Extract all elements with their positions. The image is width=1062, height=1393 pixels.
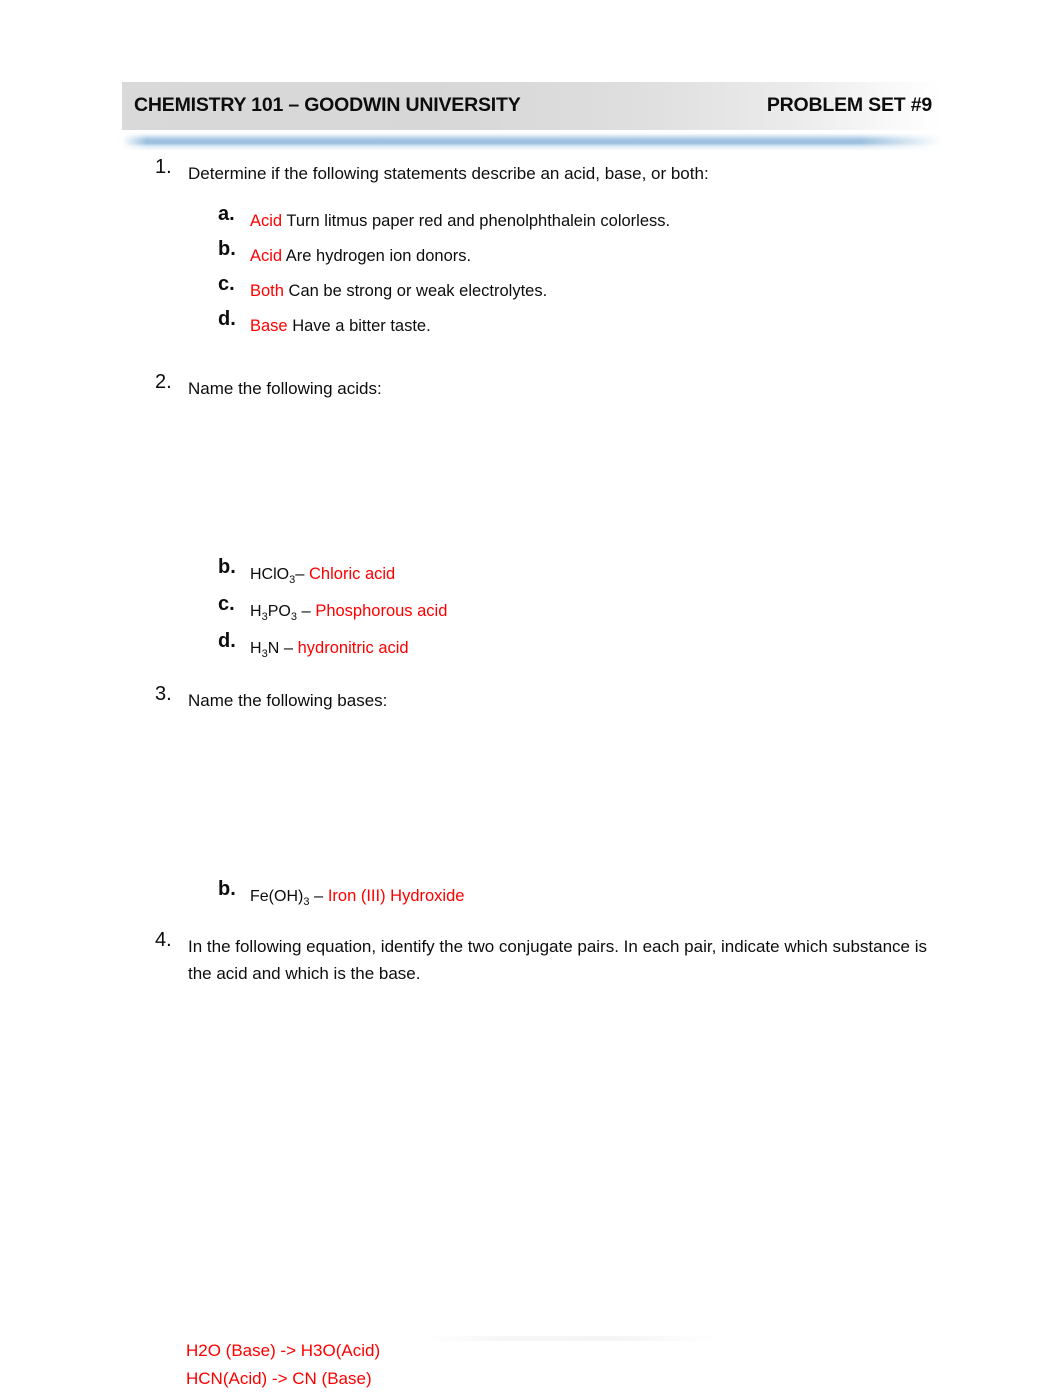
item-statement: Are hydrogen ion donors. — [285, 247, 472, 265]
item-letter: b. — [218, 878, 236, 900]
formula-dash: – — [283, 639, 294, 657]
question-2-number: 2. — [155, 371, 172, 393]
formula-dash: – — [301, 602, 311, 620]
question-2: 2. Name the following acids: — [0, 371, 1062, 402]
item-answer: Phosphorous acid — [315, 602, 448, 620]
chemical-formula: Fe(OH)3 — [250, 888, 310, 908]
item-statement: Turn litmus paper red and phenolphthalei… — [286, 212, 671, 230]
question-1-prompt: Determine if the following statements de… — [188, 164, 709, 183]
item-statement: Have a bitter taste. — [292, 317, 431, 335]
formula-dash: – — [314, 887, 324, 905]
question-1-item-c: c. Both Can be strong or weak electrolyt… — [0, 273, 1062, 304]
header-inner: CHEMISTRY 101 – GOODWIN UNIVERSITY PROBL… — [122, 82, 942, 130]
question-2-item-b: b. HClO3– Chloric acid — [0, 556, 1062, 589]
item-content: Base Have a bitter taste. — [250, 313, 942, 339]
question-3-item-b: b. Fe(OH)3 – Iron (III) Hydroxide — [0, 878, 1062, 911]
item-content: Acid Are hydrogen ion donors. — [250, 243, 942, 269]
question-1-number: 1. — [155, 156, 172, 178]
item-answer: hydronitric acid — [297, 639, 409, 657]
formula-dash: – — [295, 565, 305, 583]
item-answer: Iron (III) Hydroxide — [327, 887, 465, 905]
formula-subscript: 3 — [261, 648, 268, 660]
formula-main: HClO — [250, 566, 290, 583]
item-letter: a. — [218, 203, 235, 225]
item-letter: b. — [218, 556, 236, 578]
question-2-prompt: Name the following acids: — [188, 379, 382, 398]
formula-tail: N — [267, 640, 280, 657]
item-letter: c. — [218, 593, 235, 615]
question-1: 1. Determine if the following statements… — [0, 156, 1062, 187]
item-content: Acid Turn litmus paper red and phenolpht… — [250, 208, 942, 234]
document-header: CHEMISTRY 101 – GOODWIN UNIVERSITY PROBL… — [122, 82, 942, 130]
formula-main: Fe(OH) — [250, 888, 304, 905]
document-body: 1. Determine if the following statements… — [0, 156, 1062, 1247]
question-1-item-b: b. Acid Are hydrogen ion donors. — [0, 238, 1062, 269]
footer-artifact — [420, 1336, 720, 1341]
question-3-blank-area — [0, 714, 1062, 874]
formula-main: H — [250, 640, 262, 657]
item-letter: d. — [218, 630, 236, 652]
item-letter: d. — [218, 308, 236, 330]
chemical-formula: H3N — [250, 640, 280, 660]
chemical-formula: H3PO3 — [250, 603, 297, 623]
header-accent-rule — [122, 133, 942, 151]
header-problem-set-label: PROBLEM SET #9 — [766, 94, 932, 116]
question-4-answers: H2O (Base) -> H3O(Acid) HCN(Acid) -> CN … — [186, 1337, 380, 1393]
item-answer: Base — [250, 317, 288, 335]
item-content: H3PO3 – Phosphorous acid — [250, 598, 942, 626]
question-3-prompt: Name the following bases: — [188, 691, 388, 710]
question-3-number: 3. — [155, 683, 172, 705]
answer-line-1: H2O (Base) -> H3O(Acid) — [186, 1341, 381, 1360]
question-4-blank-area — [0, 987, 1062, 1247]
document-page: CHEMISTRY 101 – GOODWIN UNIVERSITY PROBL… — [0, 0, 1062, 1388]
question-4-number: 4. — [155, 929, 172, 951]
question-1-item-a: a. Acid Turn litmus paper red and phenol… — [0, 203, 1062, 234]
formula-main: H — [250, 603, 262, 620]
item-answer: Both — [250, 282, 284, 300]
question-2-item-d: d. H3N – hydronitric acid — [0, 630, 1062, 663]
answer-line-2: HCN(Acid) -> CN (Base) — [186, 1369, 372, 1388]
item-content: HClO3– Chloric acid — [250, 561, 942, 589]
chemical-formula: HClO3 — [250, 566, 296, 586]
question-1-item-d: d. Base Have a bitter taste. — [0, 308, 1062, 339]
formula-subscript: 3 — [289, 574, 296, 586]
item-content: Fe(OH)3 – Iron (III) Hydroxide — [250, 883, 942, 911]
header-course-title: CHEMISTRY 101 – GOODWIN UNIVERSITY — [134, 94, 521, 116]
item-answer: Acid — [250, 212, 283, 230]
formula-subscript: 3 — [303, 896, 310, 908]
item-letter: b. — [218, 238, 236, 260]
item-answer: Chloric acid — [309, 565, 396, 583]
question-2-blank-area — [0, 402, 1062, 552]
question-3: 3. Name the following bases: — [0, 683, 1062, 714]
item-statement: Can be strong or weak electrolytes. — [288, 282, 548, 300]
formula-subscript-2: 3 — [290, 611, 297, 623]
item-answer: Acid — [250, 247, 283, 265]
item-content: H3N – hydronitric acid — [250, 635, 942, 663]
question-4: 4. In the following equation, identify t… — [0, 929, 1062, 987]
question-4-prompt: In the following equation, identify the … — [188, 937, 928, 983]
item-content: Both Can be strong or weak electrolytes. — [250, 278, 942, 304]
formula-tail: PO — [267, 603, 291, 620]
question-2-item-c: c. H3PO3 – Phosphorous acid — [0, 593, 1062, 626]
formula-subscript: 3 — [261, 611, 268, 623]
item-letter: c. — [218, 273, 235, 295]
